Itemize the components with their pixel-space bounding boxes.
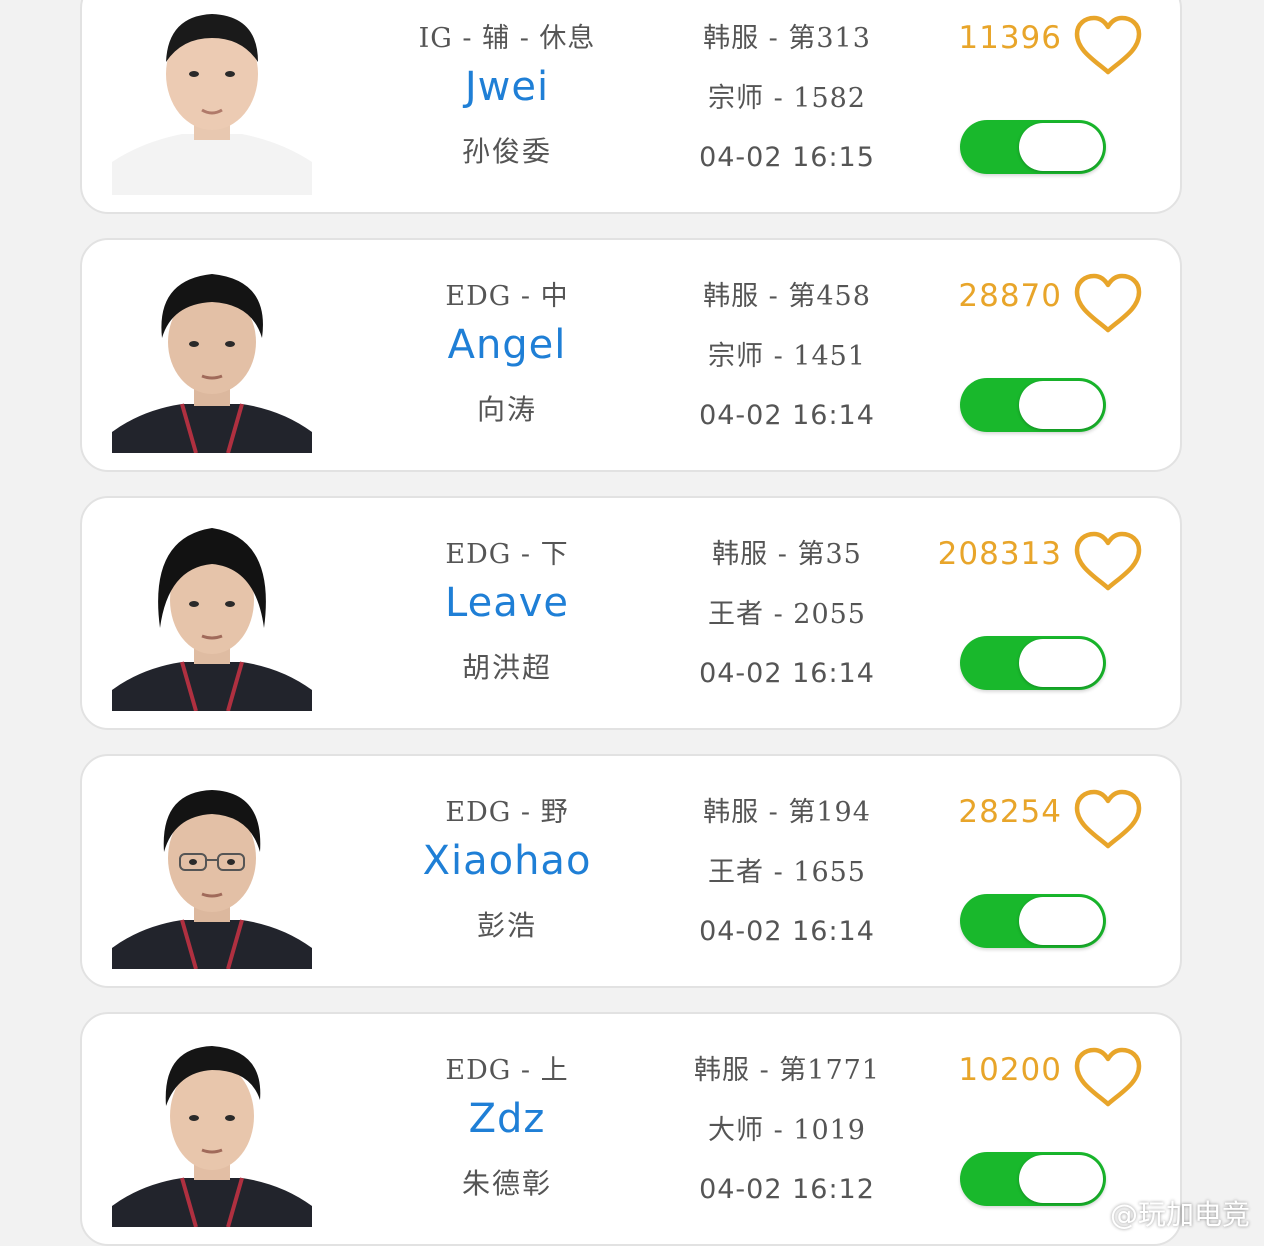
heart-icon[interactable] xyxy=(1072,530,1144,594)
avatar-image xyxy=(112,260,312,453)
player-avatar xyxy=(112,260,312,453)
follow-toggle[interactable] xyxy=(960,120,1106,174)
player-avatar xyxy=(112,776,312,969)
player-real-name: 孙俊委 xyxy=(461,135,552,168)
toggle-knob xyxy=(1019,1155,1103,1203)
player-real-name: 向涛 xyxy=(476,393,537,426)
player-card: EDG - 上 Zdz 朱德彰 韩服 - 第1771 大师 - 1019 04-… xyxy=(80,1012,1182,1246)
player-ign: Zdz xyxy=(468,1096,546,1142)
tier-points: 王者 - 1655 xyxy=(707,857,866,888)
follow-toggle[interactable] xyxy=(960,1152,1106,1206)
team-role: IG - 辅 - 休息 xyxy=(418,23,596,54)
update-time: 04-02 16:14 xyxy=(699,916,875,947)
tier-points: 王者 - 2055 xyxy=(707,599,866,630)
player-card: EDG - 野 Xiaohao 彭浩 韩服 - 第194 王者 - 1655 0… xyxy=(80,754,1182,988)
toggle-knob xyxy=(1019,639,1103,687)
team-role: EDG - 下 xyxy=(445,539,569,570)
heart-icon[interactable] xyxy=(1072,14,1144,78)
follow-toggle[interactable] xyxy=(960,636,1106,690)
server-rank: 韩服 - 第313 xyxy=(703,23,871,54)
player-real-name: 胡洪超 xyxy=(461,651,552,684)
watermark: @玩加电竞 xyxy=(1109,1198,1250,1231)
likes-count: 10200 xyxy=(958,1052,1062,1088)
player-real-name: 彭浩 xyxy=(476,909,537,942)
player-ign: Xiaohao xyxy=(422,838,592,884)
player-avatar xyxy=(112,1034,312,1227)
server-rank: 韩服 - 第1771 xyxy=(693,1055,880,1086)
toggle-knob xyxy=(1019,123,1103,171)
toggle-knob xyxy=(1019,897,1103,945)
server-rank: 韩服 - 第194 xyxy=(703,797,871,828)
server-rank: 韩服 - 第35 xyxy=(712,539,862,570)
team-role: EDG - 野 xyxy=(445,797,569,828)
update-time: 04-02 16:14 xyxy=(699,658,875,689)
player-card: IG - 辅 - 休息 Jwei 孙俊委 韩服 - 第313 宗师 - 1582… xyxy=(80,0,1182,214)
likes-count: 208313 xyxy=(937,536,1062,572)
avatar-image xyxy=(112,1034,312,1227)
update-time: 04-02 16:14 xyxy=(699,400,875,431)
tier-points: 宗师 - 1582 xyxy=(707,83,866,114)
follow-toggle[interactable] xyxy=(960,894,1106,948)
heart-icon[interactable] xyxy=(1072,788,1144,852)
update-time: 04-02 16:15 xyxy=(699,142,875,173)
avatar-image xyxy=(112,518,312,711)
likes-count: 28870 xyxy=(958,278,1062,314)
player-card: EDG - 中 Angel 向涛 韩服 - 第458 宗师 - 1451 04-… xyxy=(80,238,1182,472)
team-role: EDG - 上 xyxy=(445,1055,569,1086)
toggle-knob xyxy=(1019,381,1103,429)
player-card: EDG - 下 Leave 胡洪超 韩服 - 第35 王者 - 2055 04-… xyxy=(80,496,1182,730)
likes-count: 28254 xyxy=(958,794,1062,830)
player-avatar xyxy=(112,2,312,195)
follow-toggle[interactable] xyxy=(960,378,1106,432)
player-ign: Angel xyxy=(447,322,567,368)
player-ign: Jwei xyxy=(464,64,550,110)
server-rank: 韩服 - 第458 xyxy=(703,281,871,312)
player-ign: Leave xyxy=(445,580,569,626)
avatar-image xyxy=(112,2,312,195)
avatar-image xyxy=(112,776,312,969)
player-avatar xyxy=(112,518,312,711)
likes-count: 11396 xyxy=(958,20,1062,56)
update-time: 04-02 16:12 xyxy=(699,1174,875,1205)
tier-points: 宗师 - 1451 xyxy=(707,341,866,372)
player-real-name: 朱德彰 xyxy=(461,1167,552,1200)
team-role: EDG - 中 xyxy=(445,281,569,312)
heart-icon[interactable] xyxy=(1072,272,1144,336)
tier-points: 大师 - 1019 xyxy=(707,1115,866,1146)
heart-icon[interactable] xyxy=(1072,1046,1144,1110)
